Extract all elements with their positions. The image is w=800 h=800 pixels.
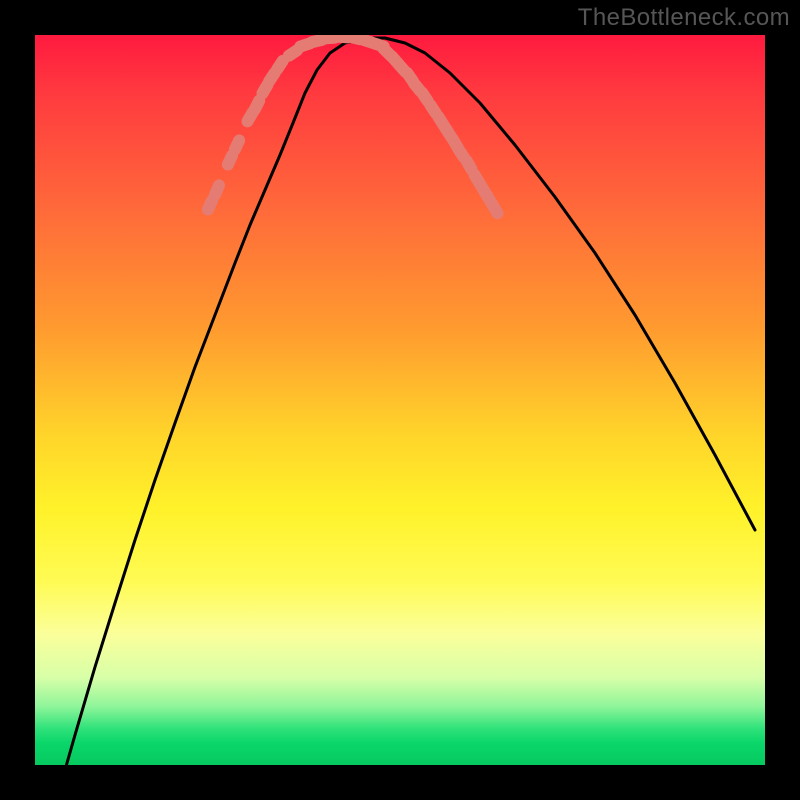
- bottleneck-curve: [55, 38, 755, 765]
- plot-area: [35, 35, 765, 765]
- chart-svg: [35, 35, 765, 765]
- watermark-text: TheBottleneck.com: [578, 4, 790, 32]
- chart-frame: TheBottleneck.com: [0, 0, 800, 800]
